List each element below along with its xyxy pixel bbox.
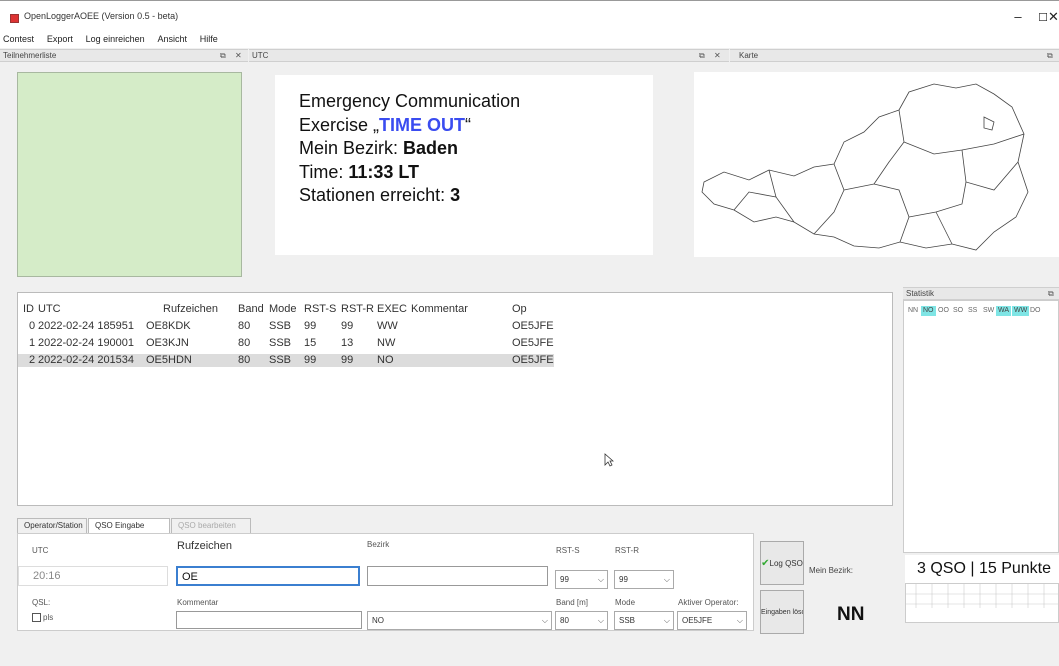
score-display: 3 QSO | 15 Punkte: [905, 555, 1059, 583]
rsts-label: RST-S: [556, 546, 580, 555]
call-label: Rufzeichen: [177, 540, 233, 552]
map-svg: [701, 83, 1029, 251]
title-bar: OpenLoggerAOEE (Version 0.5 - beta) – ☐ …: [0, 0, 1059, 34]
col-header[interactable]: RST-R: [341, 303, 374, 316]
band-label: Band [m]: [556, 598, 589, 607]
mode-label: Mode: [615, 598, 636, 607]
col-header[interactable]: ID: [23, 303, 34, 316]
exec-select[interactable]: NO ⌵: [367, 611, 552, 630]
info-line-3: Mein Bezirk: Baden: [299, 138, 459, 158]
pls-label: pls: [43, 613, 54, 622]
district-chip: SS: [968, 307, 978, 314]
table-row-selected[interactable]: 2 2022-02-24 201534 OE5HDN 80 SSB 99 99 …: [18, 354, 554, 367]
operator-label: Aktiver Operator:: [678, 598, 739, 607]
col-header[interactable]: RST-S: [304, 303, 336, 316]
col-header[interactable]: Rufzeichen: [163, 303, 218, 316]
district-chip: NO: [921, 306, 936, 316]
district-chip: DO: [1030, 307, 1041, 314]
dock-close-icon[interactable]: ✕: [235, 50, 242, 61]
col-header[interactable]: Kommentar: [411, 303, 468, 316]
cursor-icon: [604, 453, 614, 467]
dock-header-utc: UTC ⧉ ✕: [249, 49, 729, 62]
window-title: OpenLoggerAOEE (Version 0.5 - beta): [24, 11, 179, 21]
stats-grid: [905, 583, 1059, 623]
info-line-5: Stationen erreicht: 3: [299, 185, 461, 205]
qso-table[interactable]: ID UTC Rufzeichen Band Mode RST-S RST-R …: [17, 292, 893, 506]
qsl-checkbox[interactable]: [32, 613, 41, 622]
rsts-select[interactable]: 99 ⌵: [555, 570, 608, 589]
tab-qso-bearbeiten[interactable]: QSO bearbeiten: [171, 518, 251, 534]
clear-inputs-button[interactable]: Eingaben löschen: [760, 590, 804, 634]
call-input[interactable]: OE: [176, 566, 360, 586]
kommentar-input[interactable]: [176, 611, 362, 629]
dock-header-left: Teilnehmerliste ⧉ ✕: [0, 49, 248, 62]
dock-title-utc: UTC: [252, 51, 269, 60]
dock-title-stats: Statistik: [906, 289, 935, 298]
col-header[interactable]: EXEC: [377, 303, 407, 316]
col-header[interactable]: Mode: [269, 303, 297, 316]
info-line-2: Exercise „TIME OUT“: [299, 114, 472, 135]
chevron-down-icon: ⌵: [541, 616, 548, 625]
dock-title-map: Karte: [739, 51, 759, 60]
check-icon: ✔: [761, 558, 770, 569]
rstr-label: RST-R: [615, 546, 639, 555]
dock-close-icon[interactable]: ✕: [714, 50, 721, 61]
log-qso-button[interactable]: ✔Log QSO: [760, 541, 804, 585]
menu-bar: Contest Export Log einreichen Ansicht Hi…: [0, 34, 1059, 48]
col-header[interactable]: UTC: [38, 303, 61, 316]
participant-panel: [17, 72, 242, 277]
rstr-select[interactable]: 99 ⌵: [614, 570, 674, 589]
close-icon[interactable]: ✕: [1048, 9, 1059, 25]
district-chip: SW: [983, 307, 995, 314]
qsl-label: QSL:: [32, 598, 51, 607]
float-icon[interactable]: ⧉: [1047, 50, 1053, 61]
district-chip: WW: [1012, 306, 1030, 316]
chevron-down-icon: ⌵: [597, 616, 604, 625]
stats-grid-lines: [906, 584, 1059, 608]
menu-hilfe[interactable]: Hilfe: [200, 34, 218, 44]
dock-title-left: Teilnehmerliste: [3, 51, 57, 60]
mode-select[interactable]: SSB ⌵: [614, 611, 674, 630]
app-icon: [10, 14, 19, 23]
district-chip: OO: [938, 307, 949, 314]
float-icon[interactable]: ⧉: [220, 50, 226, 61]
operator-select[interactable]: OE5JFE ⌵: [677, 611, 747, 630]
float-icon[interactable]: ⧉: [699, 50, 705, 61]
menu-log-einreichen[interactable]: Log einreichen: [86, 34, 145, 44]
mein-bezirk-label: Mein Bezirk:: [809, 566, 854, 575]
chevron-down-icon: ⌵: [597, 575, 604, 584]
district-outlines: [701, 83, 1029, 251]
chevron-down-icon: ⌵: [663, 575, 670, 584]
exercise-info-box: Emergency Communication Exercise „TIME O…: [275, 75, 653, 255]
info-line-4: Time: 11:33 LT: [299, 161, 420, 182]
chevron-down-icon: ⌵: [663, 616, 670, 625]
tab-operator-station[interactable]: Operator/Station: [17, 518, 87, 534]
dock-header-stats: Statistik ⧉: [903, 287, 1059, 300]
band-select[interactable]: 80 ⌵: [555, 611, 608, 630]
kommentar-label: Kommentar: [177, 598, 219, 607]
dock-header-map: Karte ⧉: [730, 49, 1059, 62]
menu-export[interactable]: Export: [47, 34, 73, 44]
chevron-down-icon: ⌵: [736, 616, 743, 625]
col-header[interactable]: Op: [512, 303, 527, 316]
bezirk-input[interactable]: [367, 566, 548, 586]
stats-panel: NN NO OO SO SS SW WA WW DO: [903, 300, 1059, 553]
tab-qso-eingabe[interactable]: QSO Eingabe: [88, 518, 170, 534]
float-icon[interactable]: ⧉: [1048, 288, 1054, 299]
utc-field[interactable]: 20:16: [18, 566, 168, 586]
district-chip: SO: [953, 307, 964, 314]
utc-label: UTC: [32, 546, 49, 555]
info-line-1: Emergency Communication: [299, 91, 521, 111]
menu-contest[interactable]: Contest: [3, 34, 34, 44]
menu-ansicht[interactable]: Ansicht: [157, 34, 187, 44]
qso-entry-form: UTC Rufzeichen Bezirk RST-S RST-R 20:16 …: [17, 533, 754, 631]
bezirk-label: Bezirk: [367, 540, 390, 549]
district-chip: WA: [996, 306, 1012, 316]
district-chip: NN: [908, 307, 919, 314]
col-header[interactable]: Band: [238, 303, 264, 316]
mein-bezirk-value: NN: [837, 604, 865, 625]
austria-map[interactable]: [694, 72, 1059, 257]
